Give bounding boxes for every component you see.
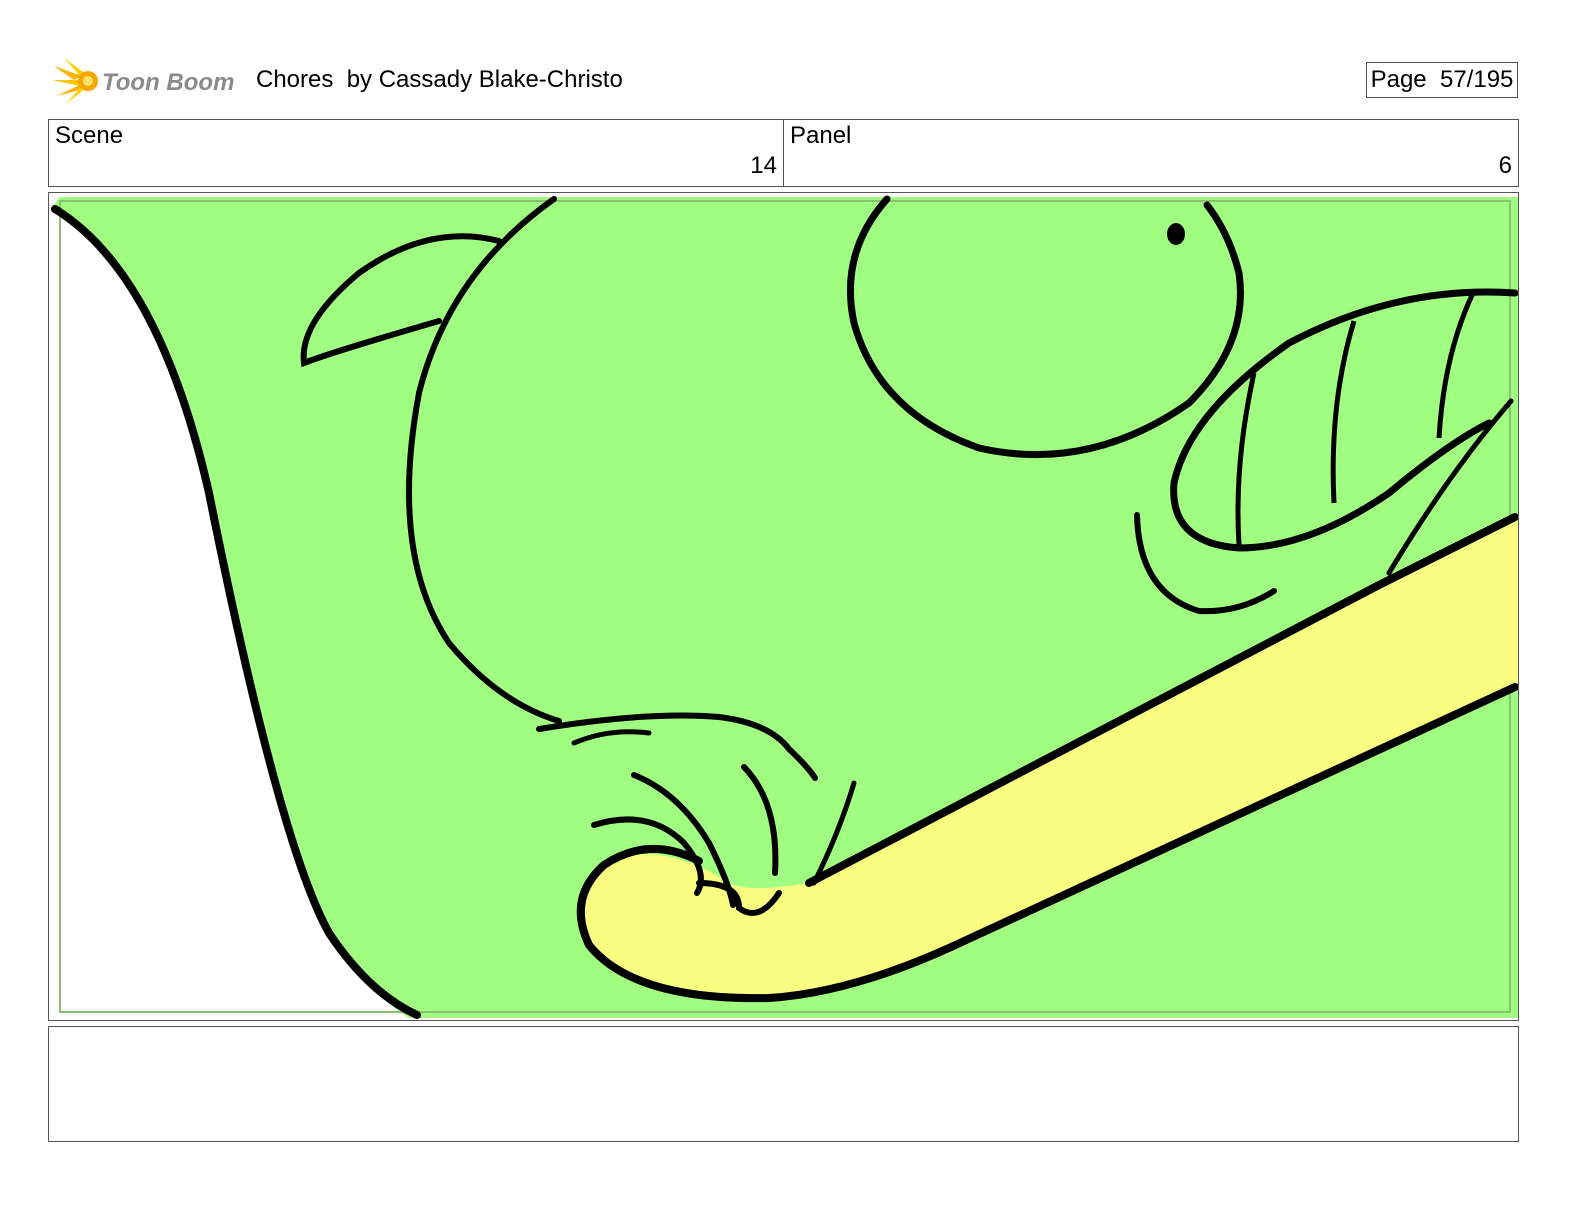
panel-frame xyxy=(48,192,1519,1021)
scene-panel-info: Scene 14 Panel 6 xyxy=(48,119,1519,187)
logo-burst-icon xyxy=(52,58,98,104)
document-title: Chores by Cassady Blake-Christo xyxy=(256,66,623,93)
panel-label: Panel xyxy=(790,122,852,149)
scene-label: Scene xyxy=(55,122,124,149)
panel-number: 6 xyxy=(1498,152,1512,179)
scene-cell: Scene 14 xyxy=(49,120,783,186)
page-counter: Page 57/195 xyxy=(1366,62,1518,98)
scene-number: 14 xyxy=(750,152,777,179)
storyboard-page: Toon Boom Chores by Cassady Blake-Christ… xyxy=(0,0,1584,1224)
panel-cell: Panel 6 xyxy=(783,120,1518,186)
notes-area xyxy=(48,1026,1519,1142)
logo-text: Toon Boom xyxy=(102,69,234,96)
eye-pupil xyxy=(1167,223,1185,245)
panel-drawing xyxy=(51,195,1518,1019)
toon-boom-logo: Toon Boom xyxy=(52,58,234,104)
